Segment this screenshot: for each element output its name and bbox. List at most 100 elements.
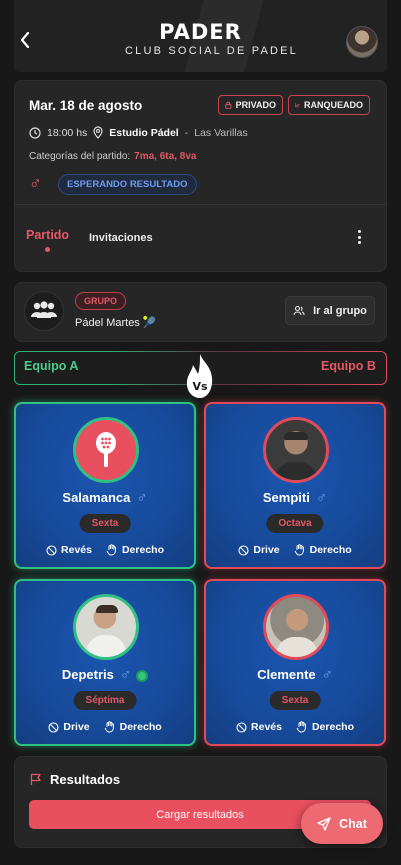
side-dial-icon (46, 544, 57, 556)
male-gender-icon: ♂ (29, 174, 42, 193)
group-avatar (24, 291, 64, 331)
player-hand-label: Derecho (121, 544, 164, 556)
tab-match[interactable]: Partido (26, 228, 69, 242)
player-level-badge: Sexta (269, 691, 321, 710)
card-divider (14, 204, 387, 205)
location-pin-icon (93, 126, 103, 139)
side-dial-icon (238, 544, 249, 556)
go-to-group-label: Ir al grupo (313, 304, 367, 317)
avatar-hair (96, 605, 118, 613)
go-to-group-button[interactable]: Ir al grupo (285, 296, 375, 325)
send-icon (317, 816, 331, 831)
player-name: Salamanca ♂ (16, 489, 194, 506)
male-icon: ♂ (136, 489, 148, 506)
versus-flame-icon: Vs (186, 354, 213, 398)
player-name: Depetris ♂ (16, 666, 194, 683)
team-b-label: Equipo B (321, 359, 376, 373)
categories-value: 7ma, 6ta, 8va (134, 151, 197, 162)
hand-icon (294, 544, 304, 556)
match-venue[interactable]: Estudio Pádel (109, 127, 178, 139)
player-side-label: Drive (63, 721, 90, 733)
avatar-shirt (86, 635, 126, 657)
player-traits: Drive Derecho (206, 544, 384, 556)
player-side-label: Revés (251, 721, 282, 733)
match-date: Mar. 18 de agosto (29, 98, 143, 113)
player-card-salamanca[interactable]: Salamanca ♂ Sexta Revés Derecho (14, 402, 196, 569)
hand-icon (296, 721, 306, 733)
player-avatar (263, 417, 329, 483)
player-name-text: Depetris (61, 667, 114, 682)
lock-icon (225, 101, 232, 109)
chat-label: Chat (339, 816, 367, 831)
player-hand: Derecho (294, 544, 352, 556)
more-options-icon[interactable] (352, 228, 366, 246)
flag-icon (30, 773, 41, 785)
app-title: PADER (159, 20, 242, 44)
player-hand-label: Derecho (309, 544, 352, 556)
player-hand: Derecho (106, 544, 164, 556)
player-hand: Derecho (104, 721, 162, 733)
tab-invitations[interactable]: Invitaciones (89, 232, 153, 244)
player-name: Sempiti ♂ (206, 489, 384, 506)
player-level-badge: Séptima (73, 691, 137, 710)
status-badge: ESPERANDO RESULTADO (58, 174, 197, 195)
chat-button[interactable]: Chat (301, 803, 383, 844)
clock-icon (29, 126, 41, 139)
group-people-icon (31, 301, 57, 318)
ranked-tag-label: RANQUEADO (303, 100, 363, 110)
online-status-icon (136, 669, 149, 682)
padel-racket-icon (96, 432, 116, 467)
hand-icon (106, 544, 116, 556)
player-hand-label: Derecho (311, 721, 354, 733)
player-avatar (263, 594, 329, 660)
categories-label: Categorías del partido: (29, 151, 131, 162)
player-side: Drive (238, 544, 280, 556)
location-separator: - (184, 126, 189, 139)
player-avatar (73, 594, 139, 660)
trend-chart-icon (295, 103, 300, 108)
player-traits: Drive Derecho (16, 721, 194, 733)
player-side: Drive (48, 721, 90, 733)
player-card-clemente[interactable]: Clemente ♂ Sexta Revés Derecho (204, 579, 386, 746)
player-side: Revés (236, 721, 282, 733)
player-traits: Revés Derecho (206, 721, 384, 733)
match-time-location: 18:00 hs Estudio Pádel - Las Varillas (29, 126, 248, 139)
player-side-label: Revés (61, 544, 92, 556)
player-level-badge: Octava (266, 514, 324, 533)
avatar-hair (284, 432, 308, 440)
player-card-sempiti[interactable]: Sempiti ♂ Octava Drive Derecho (204, 402, 386, 569)
versus-label: Vs (192, 380, 208, 393)
match-time: 18:00 hs (47, 126, 88, 139)
side-dial-icon (236, 721, 247, 733)
side-dial-icon (48, 721, 59, 733)
player-card-depetris[interactable]: Depetris ♂ Séptima Drive Derecho (14, 579, 196, 746)
player-side: Revés (46, 544, 92, 556)
results-title-label: Resultados (50, 772, 121, 787)
avatar-shirt (276, 637, 318, 657)
player-name: Clemente ♂ (206, 666, 384, 683)
hand-icon (104, 721, 114, 733)
player-hand: Derecho (296, 721, 354, 733)
male-icon: ♂ (321, 666, 333, 683)
player-name-text: Sempiti (262, 490, 310, 505)
ranked-tag: RANQUEADO (288, 95, 370, 115)
active-tab-indicator (45, 247, 50, 252)
player-hand-label: Derecho (119, 721, 162, 733)
team-a-label: Equipo A (24, 359, 79, 373)
player-level-badge: Sexta (79, 514, 131, 533)
group-badge: GRUPO (75, 292, 127, 310)
player-name-text: Salamanca (62, 490, 131, 505)
male-icon: ♂ (315, 489, 328, 506)
private-tag: PRIVADO (218, 95, 283, 115)
private-tag-label: PRIVADO (235, 100, 276, 110)
player-side-label: Drive (253, 544, 280, 556)
group-name: Pádel Martes 🎾 (75, 317, 157, 329)
user-avatar[interactable] (346, 26, 378, 58)
match-categories: Categorías del partido: 7ma, 6ta, 8va (29, 151, 196, 162)
player-avatar (73, 417, 139, 483)
match-city: Las Varillas (194, 126, 248, 139)
users-icon (293, 305, 305, 316)
male-icon: ♂ (119, 666, 132, 683)
results-title: Resultados (30, 772, 120, 787)
player-traits: Revés Derecho (16, 544, 194, 556)
